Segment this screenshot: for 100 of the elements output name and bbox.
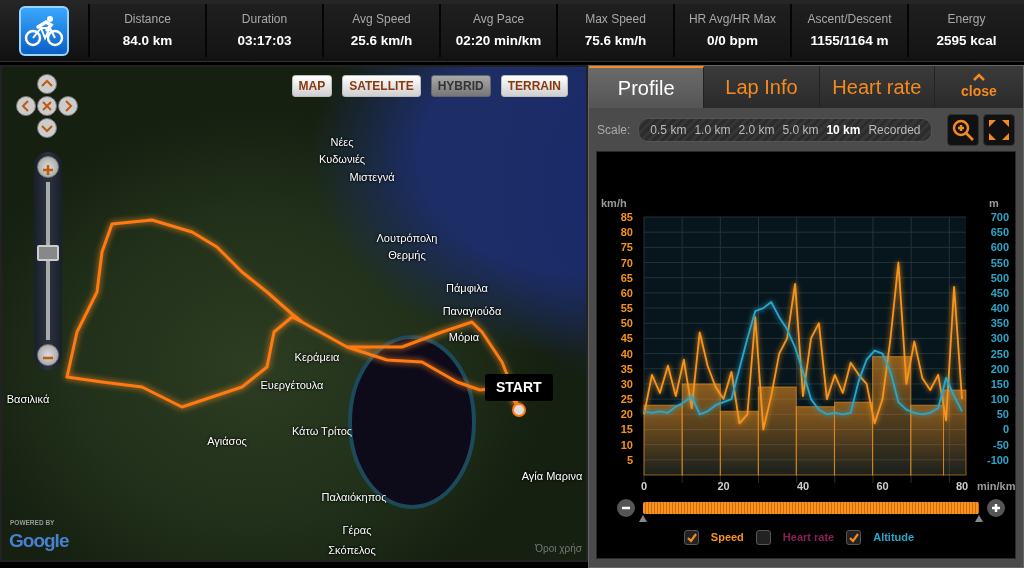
zoom-slider-thumb[interactable] — [37, 245, 59, 262]
axis-tick-label: 300 — [990, 332, 1009, 345]
y-axis-unit: km/h — [601, 197, 627, 209]
scale-option[interactable]: 0.5 km — [647, 119, 690, 140]
axis-tick-label: 45 — [620, 332, 633, 345]
axis-tick-label: 70 — [620, 256, 633, 269]
axis-tick-label: -50 — [993, 438, 1009, 451]
axis-tick-label: 80 — [955, 480, 969, 492]
place-label: Ευεργέτουλα — [260, 378, 324, 393]
stat-value: 84.0 km — [122, 31, 173, 50]
scale-option[interactable]: 10 km — [823, 119, 864, 140]
place-label: Γέρας — [342, 523, 372, 538]
pan-up-button[interactable] — [37, 74, 57, 94]
axis-tick-label: 50 — [996, 408, 1009, 421]
range-zoom-in-button[interactable] — [987, 499, 1005, 517]
stat-value: 02:20 min/km — [455, 31, 542, 50]
legend-checkbox[interactable] — [846, 529, 862, 545]
place-label: Νέες Κυδωνιές — [317, 135, 367, 167]
axis-tick-label: 85 — [620, 211, 633, 223]
stat-value: 75.6 km/h — [584, 31, 647, 50]
axis-tick-label: 60 — [620, 286, 633, 299]
axis-tick-label: 25 — [620, 393, 633, 406]
stat-value: 0/0 bpm — [707, 31, 758, 50]
axis-tick-label: 250 — [990, 347, 1009, 360]
axis-tick-label: 350 — [990, 317, 1009, 330]
lap-bar — [719, 410, 759, 476]
pan-right-button[interactable] — [58, 96, 78, 116]
start-label: START — [485, 374, 553, 401]
lap-bar — [643, 404, 683, 476]
axis-tick-label: 200 — [990, 362, 1009, 375]
range-handle-icon[interactable] — [975, 515, 983, 522]
axis-tick-label: 20 — [717, 480, 730, 492]
place-label: Σκόπελος — [328, 543, 376, 558]
pan-reset-button[interactable] — [37, 96, 57, 116]
place-label: Πάμφιλα — [446, 281, 488, 296]
place-label: Μόρια — [448, 330, 480, 345]
place-label: Αγία Μαρινα — [521, 469, 583, 484]
place-label: Κάτω Τρίτος — [291, 424, 353, 439]
place-label: Παλαιόκηπος — [321, 490, 387, 505]
place-label: Λουτρόπολη Θερμής — [375, 231, 439, 263]
stat-label: Ascent/Descent — [807, 10, 892, 28]
scale-option[interactable]: 1.0 km — [691, 119, 734, 140]
x-axis-unit: min/km — [977, 480, 1016, 492]
pan-left-button[interactable] — [16, 96, 36, 116]
axis-tick-label: 40 — [796, 480, 810, 492]
map-type-button[interactable]: HYBRID — [430, 75, 491, 97]
legend-checkbox[interactable] — [755, 529, 771, 545]
panel-tab[interactable]: Profile — [589, 66, 705, 108]
lap-bar — [795, 406, 835, 476]
stat-value: 2595 kcal — [936, 31, 997, 50]
map-type-button[interactable]: MAP — [291, 75, 333, 97]
stat-label: Avg Pace — [472, 10, 525, 28]
axis-tick-label: 100 — [990, 393, 1009, 406]
place-label: Αγιάσος — [207, 434, 247, 449]
axis-tick-label: 0 — [640, 480, 648, 492]
scale-label: Scale: — [597, 121, 631, 139]
legend-checkbox[interactable] — [683, 529, 699, 545]
panel-tab[interactable]: Lap Info — [704, 66, 820, 108]
range-handle-icon[interactable] — [639, 515, 647, 522]
axis-tick-label: 30 — [620, 377, 633, 390]
place-label: Μιστεγνά — [349, 170, 395, 185]
terms-link[interactable]: Όροι χρήσ — [535, 541, 582, 556]
axis-tick-label: 700 — [990, 211, 1009, 223]
axis-tick-label: 40 — [620, 347, 633, 360]
cyclist-app-icon[interactable] — [19, 5, 69, 56]
fullscreen-button[interactable] — [983, 113, 1015, 146]
stat-value: 25.6 km/h — [350, 31, 413, 50]
stat-label: Distance — [124, 10, 171, 28]
axis-tick-label: 500 — [990, 271, 1009, 284]
map-type-button[interactable]: SATELLITE — [342, 75, 421, 97]
axis-tick-label: 80 — [620, 226, 633, 239]
axis-tick-label: 75 — [620, 241, 633, 254]
zoom-in-button[interactable] — [37, 156, 59, 178]
axis-tick-label: 20 — [620, 408, 633, 421]
legend-label: Speed — [710, 529, 744, 545]
stat-label: Duration — [241, 10, 288, 28]
scale-option[interactable]: 5.0 km — [779, 119, 822, 140]
range-zoom-out-button[interactable] — [617, 499, 635, 517]
axis-tick-label: 50 — [620, 317, 633, 330]
axis-tick-label: 400 — [990, 302, 1009, 315]
legend-label: Altitude — [873, 529, 915, 545]
axis-tick-label: 0 — [1002, 423, 1009, 436]
zoom-out-button[interactable] — [37, 344, 59, 366]
close-button[interactable]: close — [935, 66, 1023, 108]
legend-label: Heart rate — [782, 529, 835, 545]
zoom-search-button[interactable] — [947, 113, 979, 146]
map-provider-logo: Google — [9, 531, 69, 550]
scale-option[interactable]: Recorded — [865, 119, 924, 140]
map-type-button[interactable]: TERRAIN — [500, 75, 568, 97]
start-marker — [512, 403, 526, 417]
axis-tick-label: 35 — [620, 362, 633, 375]
scale-option[interactable]: 2.0 km — [735, 119, 778, 140]
axis-tick-label: 5 — [626, 453, 633, 466]
place-label: Κεράμεια — [294, 350, 340, 365]
panel-tab[interactable]: Heart rate — [819, 66, 935, 108]
caret-up-icon — [972, 72, 986, 81]
pan-down-button[interactable] — [37, 118, 57, 138]
stat-label: Max Speed — [585, 10, 646, 28]
y2-axis-unit: m — [989, 197, 999, 209]
place-label: Βασιλικά — [6, 392, 50, 407]
